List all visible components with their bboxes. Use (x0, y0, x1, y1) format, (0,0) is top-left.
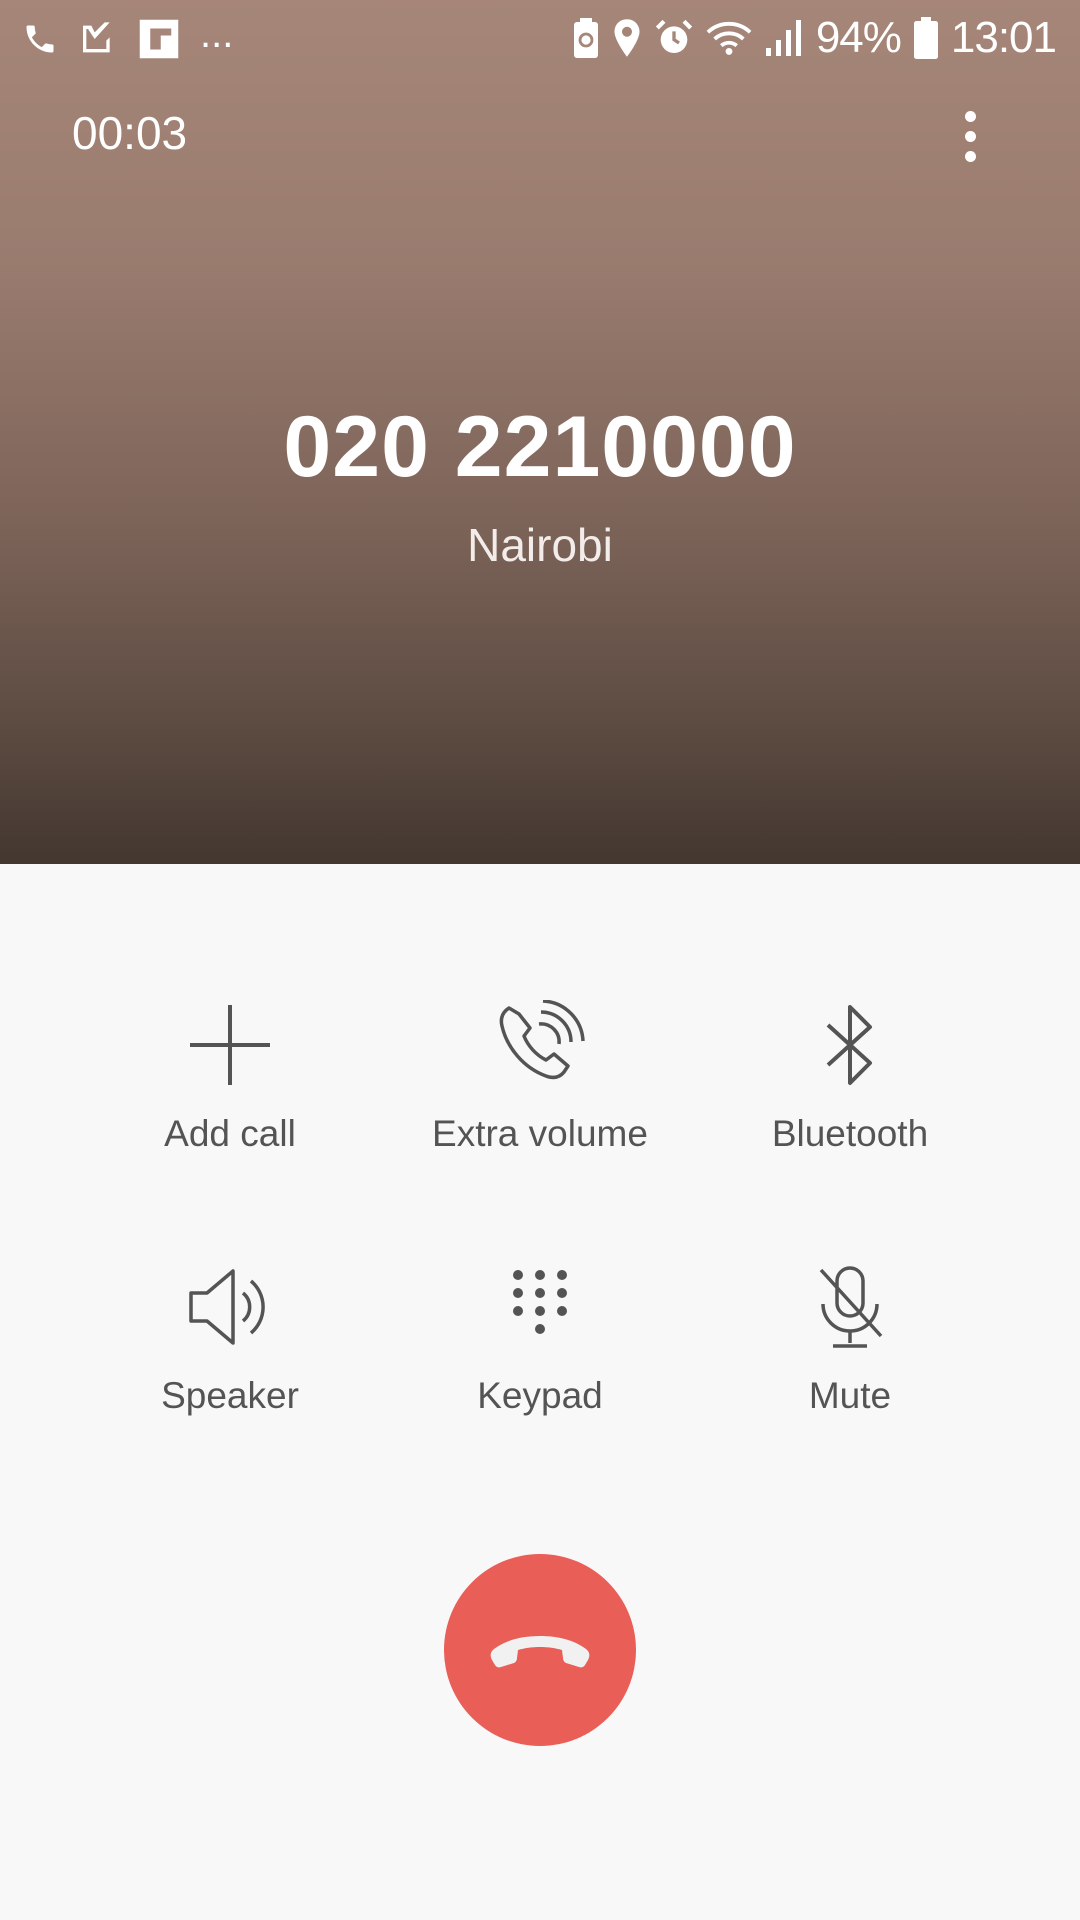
more-dot-icon (964, 110, 976, 122)
status-right: 94% 13:01 (572, 10, 1057, 66)
more-dot-icon (964, 130, 976, 142)
call-timer: 00:03 (72, 107, 188, 159)
mic-off-icon (800, 1257, 900, 1357)
phone-icon (22, 19, 58, 59)
signal-icon (764, 18, 804, 58)
mute-button[interactable]: Mute (700, 1257, 1000, 1457)
location-icon (612, 18, 642, 58)
keypad-icon (490, 1257, 590, 1357)
task-check-icon (78, 19, 118, 59)
mute-label: Mute (808, 1375, 892, 1416)
flipboard-icon (138, 18, 180, 60)
status-bar: ... 94% 13:01 (0, 0, 1080, 78)
battery-saver-icon (572, 18, 600, 58)
add-call-label: Add call (164, 1113, 296, 1154)
bluetooth-icon (800, 995, 900, 1095)
alarm-icon (654, 18, 694, 58)
end-call-icon (486, 1626, 594, 1675)
speaker-label: Speaker (161, 1375, 299, 1416)
more-dot-icon (964, 150, 976, 162)
speaker-button[interactable]: Speaker (80, 1257, 380, 1457)
plus-icon (180, 995, 280, 1095)
keypad-label: Keypad (477, 1375, 603, 1416)
caller-number: 020 2210000 (283, 399, 797, 495)
add-call-button[interactable]: Add call (80, 995, 380, 1195)
extra-volume-icon (490, 995, 590, 1095)
status-left: ... (22, 11, 234, 64)
bluetooth-button[interactable]: Bluetooth (700, 995, 1000, 1195)
battery-icon (913, 17, 939, 59)
clock: 13:01 (950, 13, 1057, 62)
keypad-button[interactable]: Keypad (390, 1257, 690, 1457)
speaker-icon (180, 1257, 280, 1357)
more-notifications-indicator: ... (200, 11, 234, 56)
call-header-panel: ... 94% 13:01 00:03 020 2210000 Nairobi (0, 0, 1080, 864)
end-call-button[interactable] (444, 1554, 636, 1746)
extra-volume-button[interactable]: Extra volume (390, 995, 690, 1195)
caller-location: Nairobi (467, 519, 613, 571)
battery-percent: 94% (815, 13, 902, 62)
bluetooth-label: Bluetooth (771, 1113, 929, 1154)
more-options-button[interactable] (944, 100, 996, 172)
wifi-icon (706, 18, 752, 58)
extra-volume-label: Extra volume (432, 1113, 648, 1154)
